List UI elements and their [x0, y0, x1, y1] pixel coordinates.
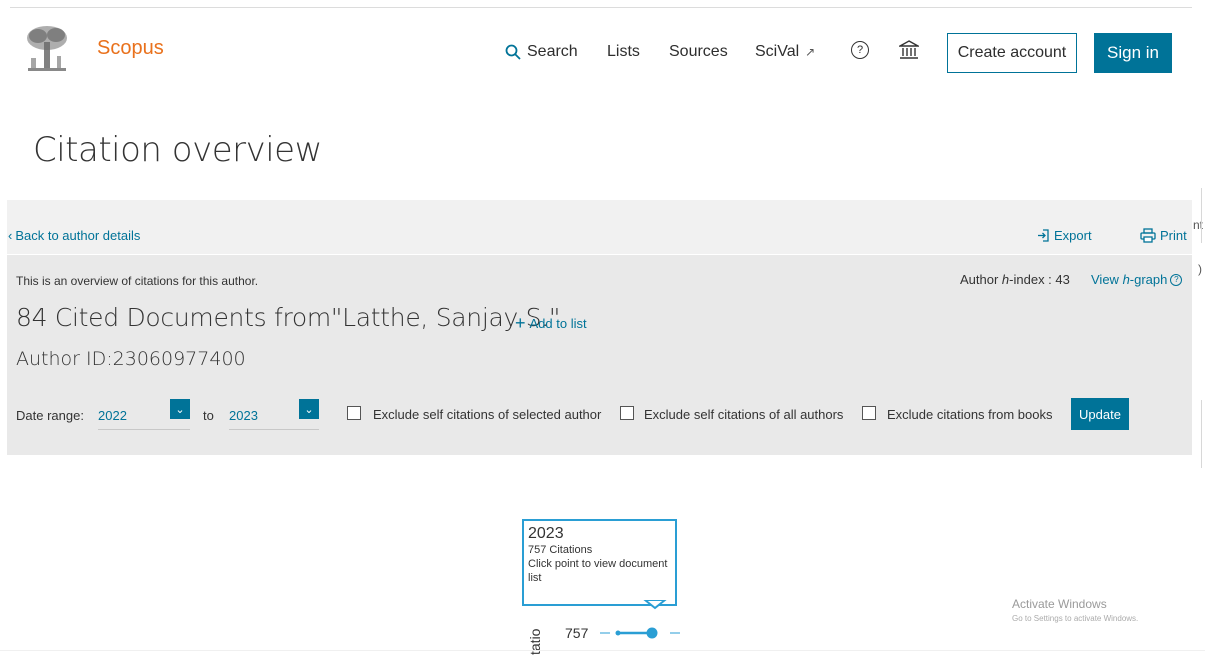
chart-tooltip: 2023 757 Citations Click point to view d…: [522, 519, 677, 606]
plus-icon: +: [515, 313, 526, 333]
add-to-list-button[interactable]: + Add to list: [515, 313, 587, 333]
author-h-index: Author h-index : 43: [960, 272, 1070, 287]
printer-icon: [1140, 228, 1156, 243]
tooltip-citations: 757 Citations: [528, 544, 593, 556]
tooltip-pointer: [643, 600, 667, 610]
chevron-down-icon: ⌄: [299, 399, 319, 419]
activate-windows-title: Activate Windows: [1012, 597, 1107, 611]
nav-search-label: Search: [527, 43, 578, 60]
elsevier-tree-logo[interactable]: [22, 24, 72, 78]
nav-scival[interactable]: SciVal ↗: [755, 43, 815, 61]
hgraph-suffix: -graph: [1129, 272, 1168, 287]
export-label: Export: [1054, 228, 1092, 243]
print-label: Print: [1160, 228, 1187, 243]
print-button[interactable]: Print: [1140, 228, 1187, 243]
nav-sources[interactable]: Sources: [669, 43, 728, 61]
date-from-select[interactable]: 2022 ⌄: [98, 399, 190, 430]
tooltip-hint-line2: list: [528, 572, 542, 584]
series-group: [615, 627, 658, 639]
y-axis-label: tatio: [527, 628, 543, 655]
right-edge-line-lower: [1201, 400, 1202, 468]
nav-lists[interactable]: Lists: [607, 43, 640, 61]
scopus-brand[interactable]: Scopus: [97, 37, 164, 60]
hgraph-h: h: [1122, 272, 1130, 287]
hindex-prefix: Author: [960, 272, 1002, 287]
chevron-down-icon: ⌄: [170, 399, 190, 419]
right-edge-line: [1201, 188, 1202, 243]
data-point-2023[interactable]: [646, 627, 658, 639]
page-title: Citation overview: [33, 130, 322, 170]
chevron-left-icon: ‹: [8, 228, 13, 243]
date-to-value: 2023: [229, 408, 258, 423]
add-to-list-label: Add to list: [529, 316, 587, 331]
hindex-value: -index : 43: [1009, 272, 1070, 287]
export-icon: [1038, 229, 1049, 242]
info-circle-icon: ?: [1170, 273, 1183, 286]
activate-windows-hint: Go to Settings to activate Windows.: [1012, 614, 1139, 623]
view-h-graph-link[interactable]: View h-graph ?: [1091, 272, 1183, 287]
exclude-self-all-label: Exclude self citations of all authors: [644, 407, 844, 422]
exclude-self-all-checkbox[interactable]: [620, 406, 634, 420]
author-id: Author ID:23060977400: [16, 348, 246, 370]
date-range-label: Date range:: [16, 408, 84, 423]
nav-sources-label: Sources: [669, 43, 728, 60]
search-icon: [505, 44, 521, 60]
bottom-divider: [0, 650, 1205, 651]
nav-search[interactable]: Search: [505, 43, 578, 61]
exclude-books-label: Exclude citations from books: [887, 407, 1053, 422]
citation-line-chart[interactable]: [600, 600, 690, 650]
tooltip-hint-line1: Click point to view document: [528, 558, 668, 570]
export-button[interactable]: Export: [1037, 228, 1092, 243]
tooltip-year: 2023: [528, 525, 564, 542]
create-account-button[interactable]: Create account: [947, 33, 1077, 73]
exclude-self-selected-checkbox[interactable]: [347, 406, 361, 420]
update-button[interactable]: Update: [1071, 398, 1129, 430]
to-label: to: [203, 408, 214, 423]
cited-documents-title: 84 Cited Documents from"Latthe, Sanjay S…: [16, 303, 561, 332]
exclude-books-checkbox[interactable]: [862, 406, 876, 420]
y-tick-label: 757: [565, 625, 589, 641]
nav-lists-label: Lists: [607, 43, 640, 60]
back-to-author-link[interactable]: ‹ Back to author details: [8, 228, 140, 243]
overview-intro: This is an overview of citations for thi…: [16, 274, 259, 288]
institution-icon[interactable]: [899, 40, 919, 60]
clipped-text-mid: ): [1198, 262, 1202, 276]
toolbar-band: [7, 200, 1192, 254]
date-to-select[interactable]: 2023 ⌄: [229, 399, 319, 430]
exclude-self-selected-label: Exclude self citations of selected autho…: [373, 407, 602, 422]
sign-in-button[interactable]: Sign in: [1094, 33, 1172, 73]
date-from-value: 2022: [98, 408, 127, 423]
question-circle-icon[interactable]: ?: [851, 41, 869, 59]
data-point-2022[interactable]: [615, 630, 621, 636]
top-divider: [10, 7, 1192, 8]
back-link-label: Back to author details: [15, 228, 141, 243]
nav-scival-label: SciVal: [755, 43, 800, 60]
external-link-icon: ↗: [805, 45, 816, 59]
hgraph-prefix: View: [1091, 272, 1123, 287]
